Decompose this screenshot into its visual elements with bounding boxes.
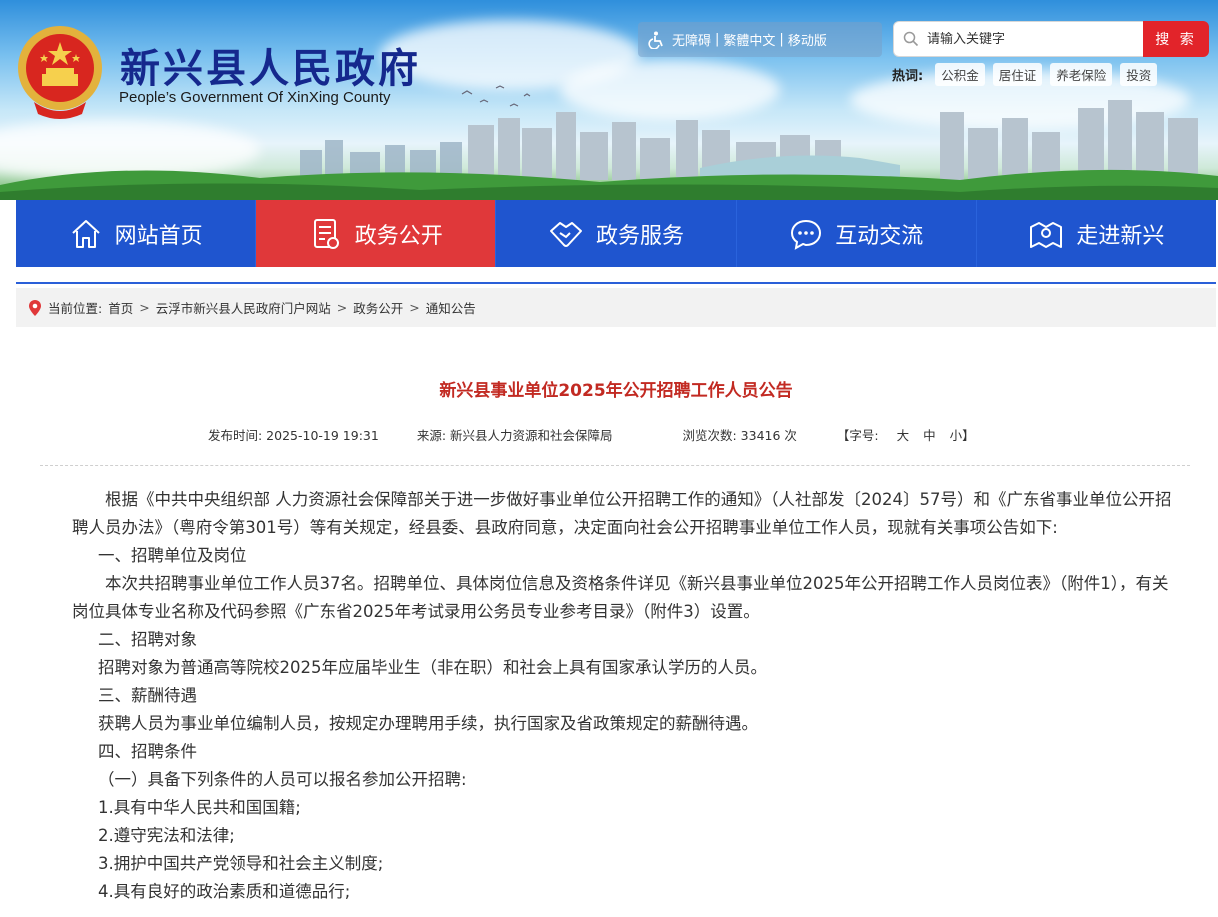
article-body: 根据《中共中央组织部 人力资源社会保障部关于进一步做好事业单位公开招聘工作的通知… — [72, 486, 1182, 906]
publish-time: 发布时间: 2025-10-19 19:31 — [208, 428, 379, 443]
location-pin-icon — [29, 299, 41, 316]
view-count: 浏览次数: 33416 次 — [682, 428, 797, 443]
nav-item-home[interactable]: 网站首页 — [16, 200, 257, 267]
article-paragraph: 获聘人员为事业单位编制人员，按规定办理聘用手续，执行国家及省政策规定的薪酬待遇。 — [98, 714, 758, 733]
section-heading: 二、招聘对象 — [98, 630, 197, 649]
search-input[interactable] — [927, 31, 1127, 47]
hot-words: 热词: 公积金 居住证 养老保险 投资 — [892, 63, 1165, 86]
search-icon — [903, 31, 919, 47]
article-divider — [40, 465, 1190, 466]
breadcrumb-label: 当前位置: — [48, 301, 103, 316]
nav-item-label: 政务公开 — [354, 223, 443, 249]
search-box — [893, 21, 1143, 57]
main-nav: 网站首页 政务公开 政务服务 互动交流 走进新兴 — [16, 200, 1216, 267]
article-paragraph: 招聘对象为普通高等院校2025年应届毕业生（非在职）和社会上具有国家承认学历的人… — [98, 658, 767, 677]
breadcrumb-item-home[interactable]: 首页 — [108, 298, 133, 317]
nav-item-interaction[interactable]: 互动交流 — [737, 200, 977, 267]
section-heading: 三、薪酬待遇 — [98, 686, 197, 705]
breadcrumb-separator: > — [336, 300, 348, 315]
section-heading: 一、招聘单位及岗位 — [98, 546, 247, 565]
nav-item-government-affairs[interactable]: 政务公开 — [256, 200, 497, 267]
font-size-small-button[interactable]: 小】 — [950, 425, 975, 444]
hot-word-tag[interactable]: 公积金 — [935, 63, 985, 86]
article-paragraph: 本次共招聘事业单位工作人员37名。招聘单位、具体岗位信息及资格条件详见《新兴县事… — [72, 574, 1169, 621]
list-item: 1.具有中华人民共和国国籍; — [98, 798, 301, 817]
site-subtitle: People’s Government Of XinXing County — [119, 89, 391, 106]
utility-bar: 无障碍 | 繁體中文 | 移动版 — [638, 22, 882, 57]
nav-item-label: 网站首页 — [114, 223, 203, 249]
article-paragraph: 根据《中共中央组织部 人力资源社会保障部关于进一步做好事业单位公开招聘工作的通知… — [72, 490, 1172, 537]
list-item: 3.拥护中国共产党领导和社会主义制度; — [98, 854, 384, 873]
search-button[interactable]: 搜 索 — [1143, 21, 1209, 57]
map-pin-icon — [1030, 221, 1063, 248]
site-title: 新兴县人民政府 — [120, 45, 421, 92]
list-item: 2.遵守宪法和法律; — [98, 826, 235, 845]
article-paragraph: （一）具备下列条件的人员可以报名参加公开招聘: — [98, 770, 467, 789]
traditional-chinese-link[interactable]: 繁體中文 — [723, 30, 775, 49]
hot-word-tag[interactable]: 居住证 — [992, 63, 1043, 86]
home-icon — [71, 219, 100, 248]
font-size-large-button[interactable]: 大 — [897, 425, 910, 444]
breadcrumb-separator: > — [139, 300, 150, 315]
util-separator: | — [715, 32, 720, 47]
util-separator: | — [779, 32, 784, 47]
hot-word-tag[interactable]: 养老保险 — [1050, 63, 1113, 86]
nav-item-label: 走进新兴 — [1076, 223, 1165, 249]
list-item: 4.具有良好的政治素质和道德品行; — [98, 882, 351, 901]
font-size-label: 【字号: — [836, 428, 879, 443]
mobile-version-link[interactable]: 移动版 — [788, 30, 827, 49]
national-emblem-icon — [18, 26, 102, 119]
nav-item-services[interactable]: 政务服务 — [496, 200, 737, 267]
article-source: 来源: 新兴县人力资源和社会保障局 — [416, 428, 613, 443]
breadcrumb-item-government-affairs[interactable]: 政务公开 — [353, 298, 403, 317]
chat-icon — [791, 219, 822, 250]
article: 新兴县事业单位2025年公开招聘工作人员公告 发布时间: 2025-10-19 … — [16, 327, 1216, 917]
document-icon — [313, 218, 339, 249]
hot-word-tag[interactable]: 投资 — [1120, 63, 1158, 86]
breadcrumb: 当前位置: 首页 > 云浮市新兴县人民政府门户网站 > 政务公开 > 通知公告 — [16, 288, 1216, 327]
breadcrumb-item-notices[interactable]: 通知公告 — [426, 298, 476, 317]
breadcrumb-item-portal[interactable]: 云浮市新兴县人民政府门户网站 — [156, 298, 331, 317]
header-banner: 新兴县人民政府 People’s Government Of XinXing C… — [0, 0, 1218, 200]
accessible-link[interactable]: 无障碍 — [672, 30, 711, 49]
nav-item-label: 政务服务 — [596, 223, 685, 249]
hot-words-label: 热词: — [892, 69, 924, 84]
article-meta: 发布时间: 2025-10-19 19:31 来源: 新兴县人力资源和社会保障局… — [208, 425, 980, 444]
breadcrumb-separator: > — [409, 300, 420, 315]
font-size-medium-button[interactable]: 中 — [923, 425, 936, 444]
nav-item-about-xinxing[interactable]: 走进新兴 — [977, 200, 1216, 267]
section-heading: 四、招聘条件 — [98, 742, 197, 761]
wheelchair-icon — [648, 31, 663, 49]
article-title: 新兴县事业单位2025年公开招聘工作人员公告 — [439, 381, 793, 401]
handshake-icon — [550, 221, 582, 247]
nav-item-label: 互动交流 — [835, 223, 924, 249]
nav-divider — [16, 282, 1216, 284]
